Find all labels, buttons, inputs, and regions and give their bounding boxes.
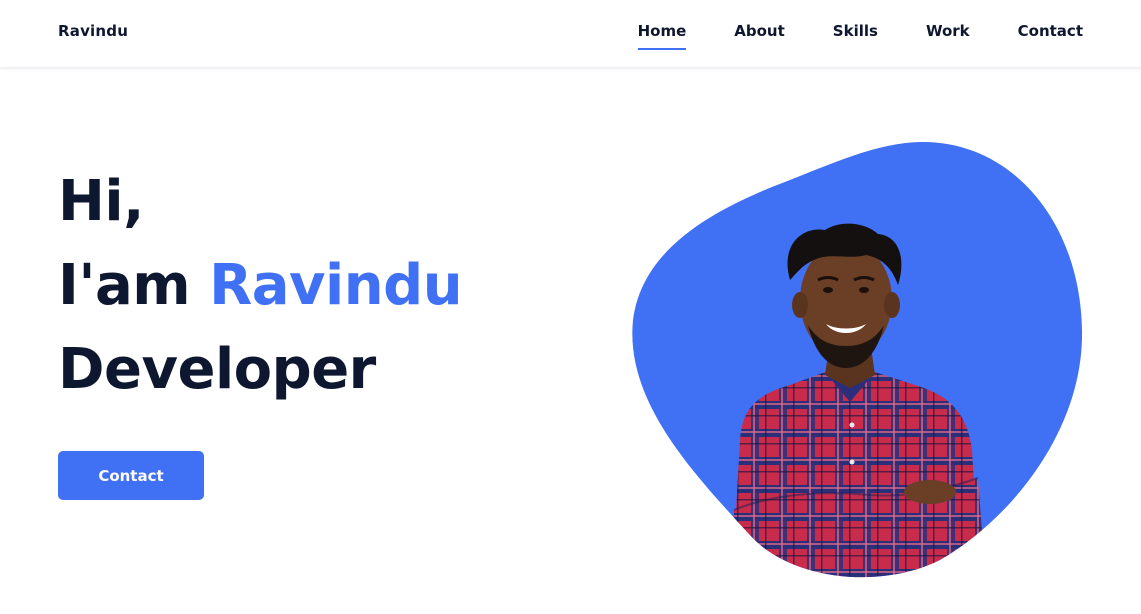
portrait-illustration [632, 141, 1083, 578]
main-nav: Home About Skills Work Contact [637, 22, 1083, 50]
brand-logo-link[interactable]: Ravindu [58, 22, 128, 40]
hero-greeting: Hi, [58, 169, 144, 234]
nav-link-about[interactable]: About [734, 22, 785, 50]
nav-link-work[interactable]: Work [926, 22, 970, 50]
nav-link-contact[interactable]: Contact [1018, 22, 1083, 50]
hero-role: Developer [58, 337, 376, 402]
hero-portrait-image [630, 140, 1085, 580]
nav-link-skills[interactable]: Skills [833, 22, 878, 50]
nav-link-home[interactable]: Home [637, 22, 686, 50]
site-header: Ravindu Home About Skills Work Contact [0, 0, 1141, 68]
hero-intro-line: I'am Ravindu [58, 244, 463, 328]
hand [904, 480, 956, 504]
contact-button[interactable]: Contact [58, 451, 204, 500]
hero-heading: Hi, I'am Ravindu Developer [58, 160, 463, 412]
hero-intro-prefix: I'am [58, 253, 210, 318]
hero-name: Ravindu [209, 253, 463, 318]
